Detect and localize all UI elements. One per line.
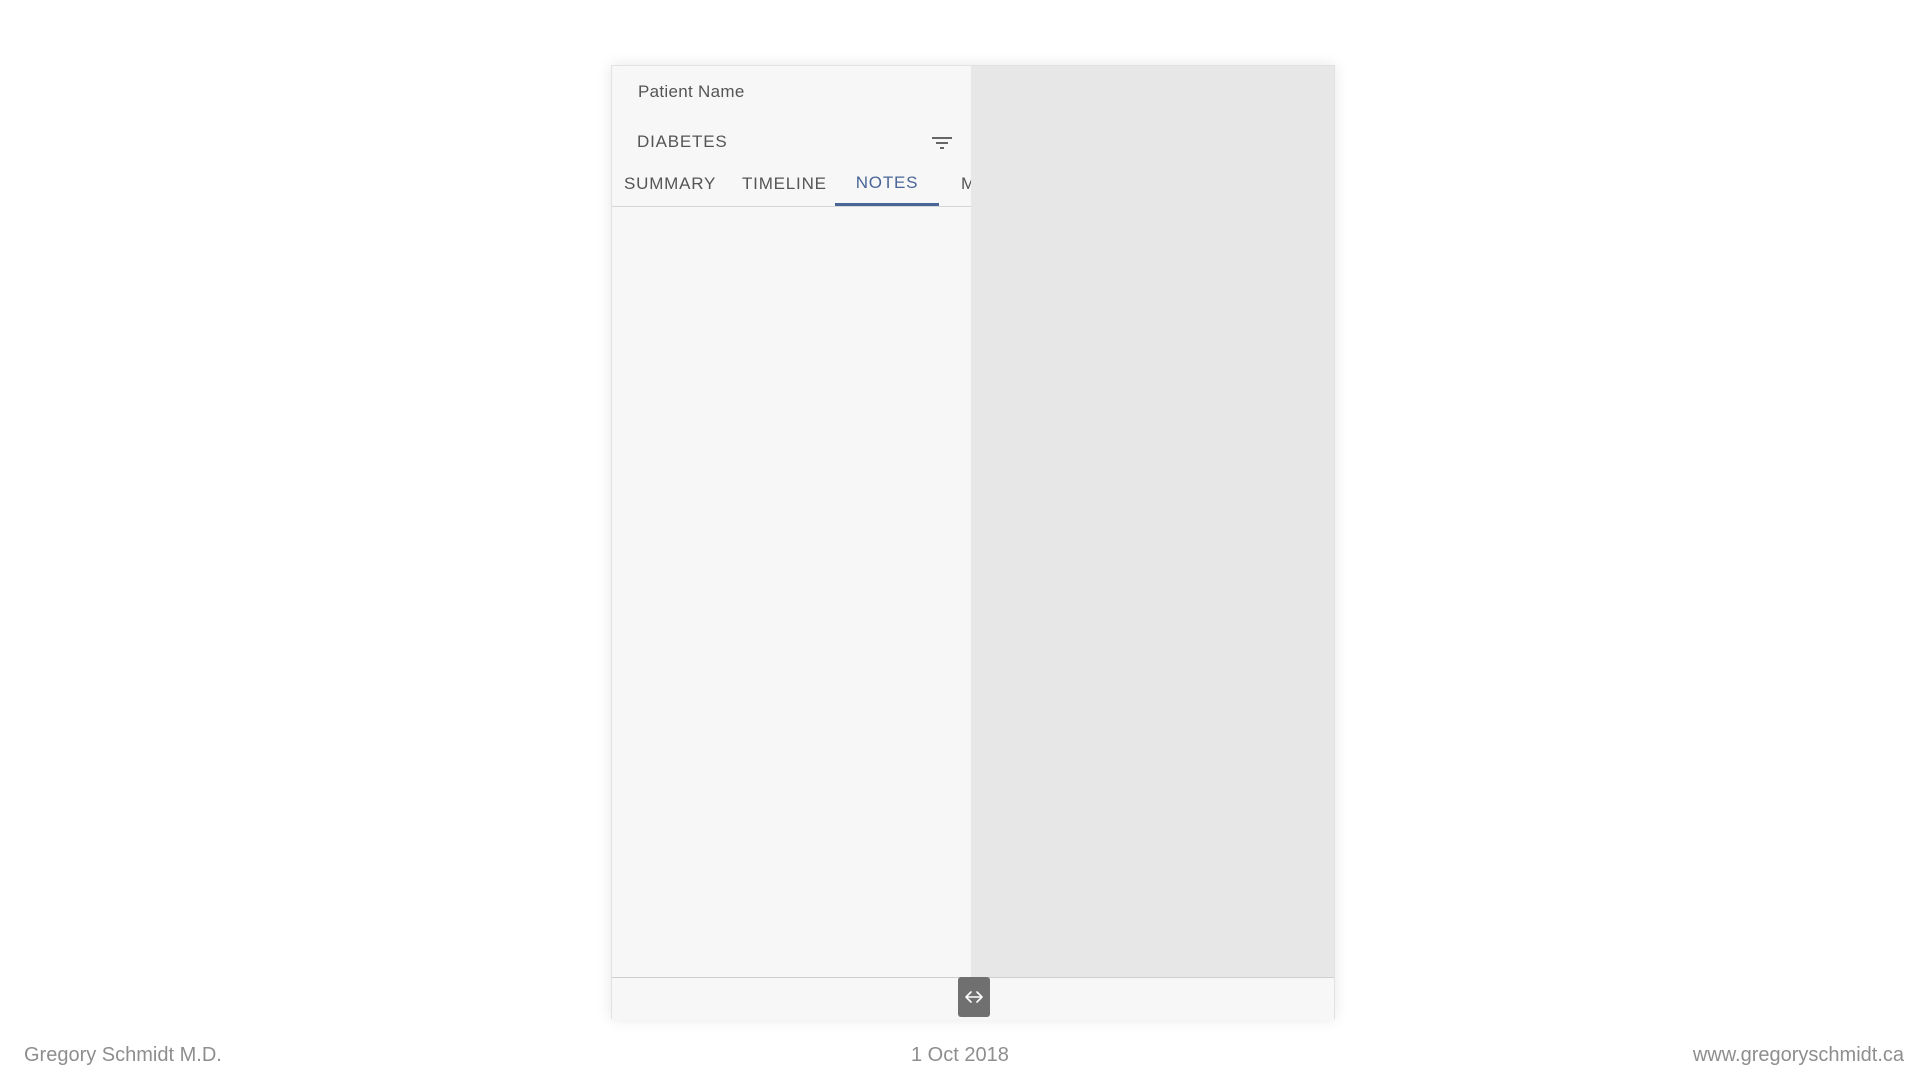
footer-website: www.gregoryschmidt.ca bbox=[1692, 1044, 1904, 1066]
tab-notes[interactable]: NOTES bbox=[835, 166, 939, 206]
footer-date: 1 Oct 2018 bbox=[911, 1044, 1009, 1066]
right-pane bbox=[971, 66, 1334, 977]
slide: Patient Name DIABETES SUMMARY TIMELINE N… bbox=[0, 0, 1920, 1080]
tab-bar: SUMMARY TIMELINE NOTES M bbox=[612, 166, 971, 207]
filter-icon[interactable] bbox=[931, 134, 953, 152]
tab-summary[interactable]: SUMMARY bbox=[624, 166, 716, 206]
condition-row: DIABETES bbox=[612, 122, 971, 162]
tab-timeline[interactable]: TIMELINE bbox=[742, 166, 827, 206]
pane-resize-handle[interactable] bbox=[958, 977, 990, 1017]
footer-author: Gregory Schmidt M.D. bbox=[24, 1044, 222, 1066]
tab-overflow[interactable]: M bbox=[961, 166, 971, 206]
condition-title: DIABETES bbox=[637, 132, 728, 151]
patient-name-label: Patient Name bbox=[638, 82, 745, 101]
left-pane: Patient Name DIABETES SUMMARY TIMELINE N… bbox=[612, 66, 971, 977]
app-window: Patient Name DIABETES SUMMARY TIMELINE N… bbox=[611, 65, 1335, 1020]
left-right-arrow-icon bbox=[965, 991, 983, 1003]
